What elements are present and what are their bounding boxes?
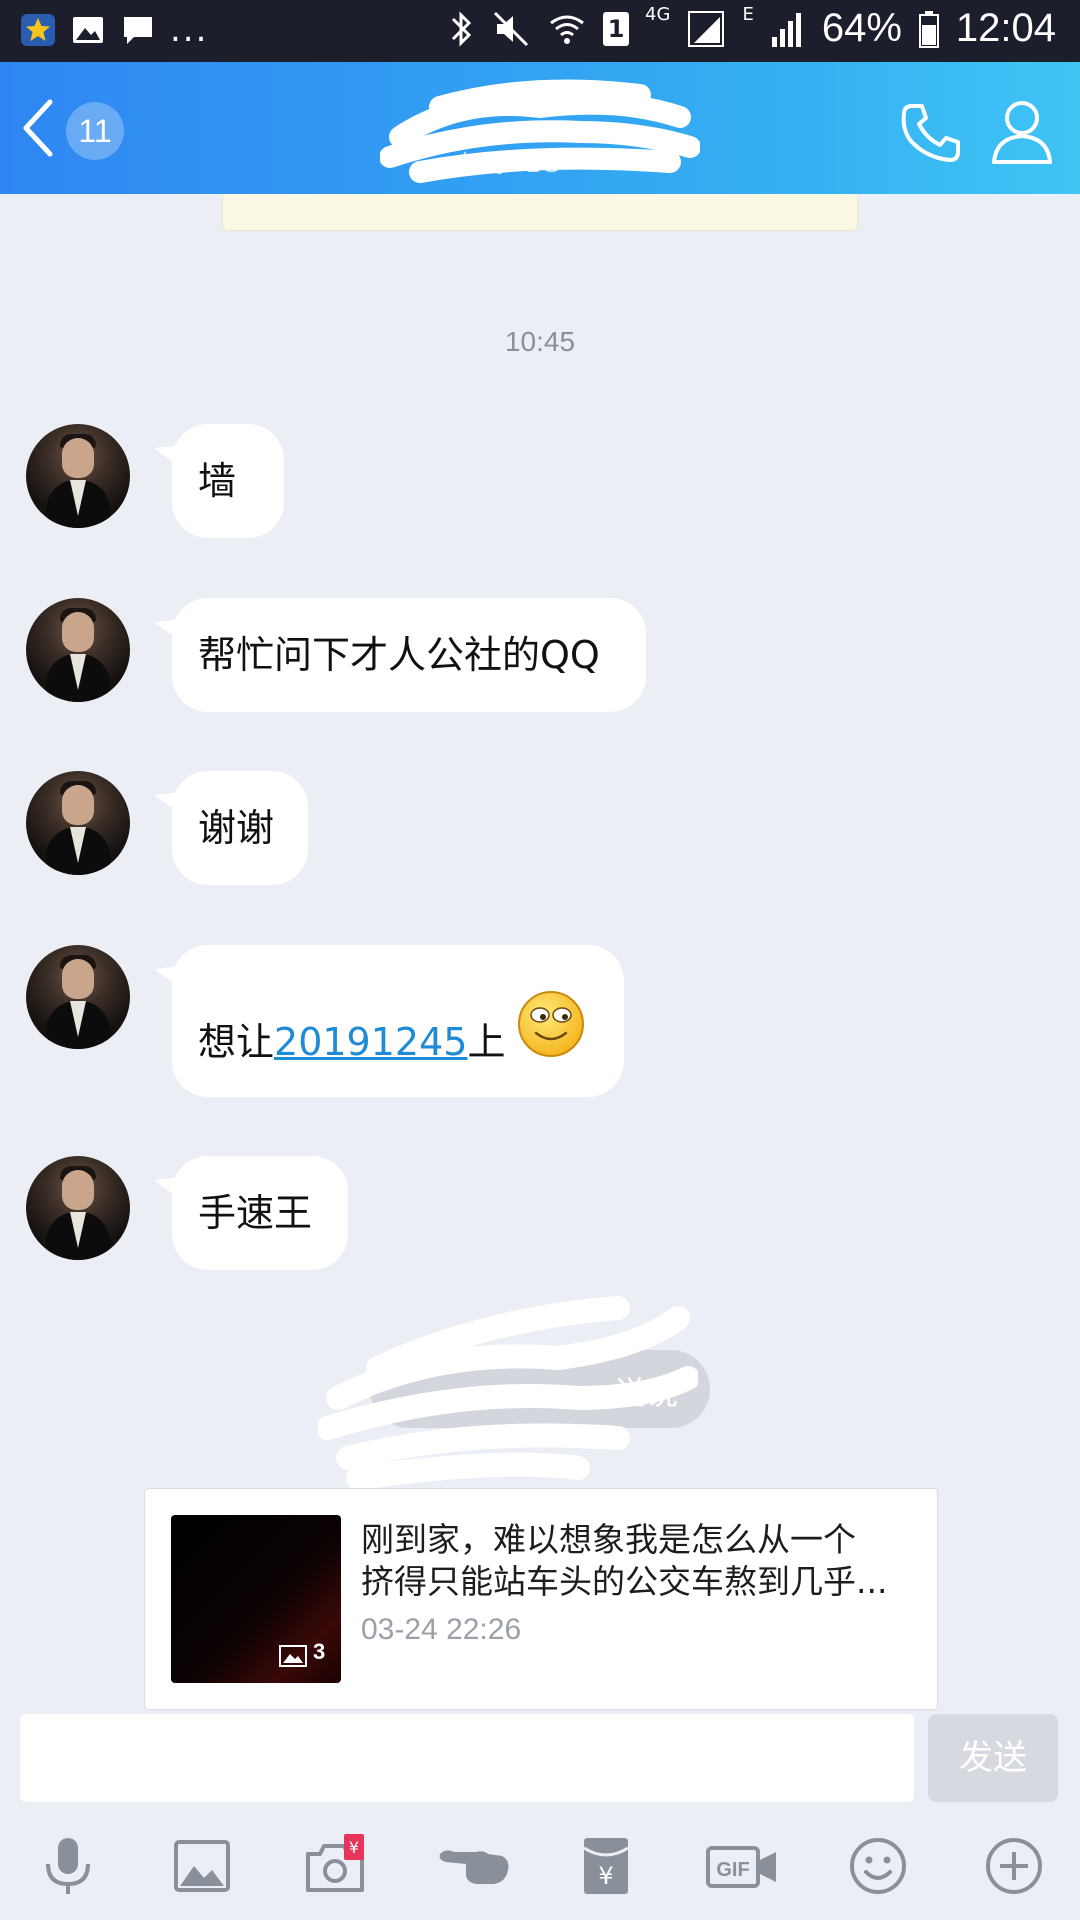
message-bubble[interactable]: 想让20191245上 <box>154 945 624 1097</box>
bubble-tail <box>154 963 194 993</box>
svg-text:¥: ¥ <box>598 1862 613 1890</box>
redacted-title-scribble <box>380 79 700 183</box>
message-input[interactable] <box>20 1714 914 1802</box>
poke-icon[interactable] <box>436 1834 512 1898</box>
profile-icon[interactable] <box>990 98 1054 166</box>
avatar[interactable] <box>26 945 130 1049</box>
message-bubble[interactable]: 墙 <box>154 424 284 538</box>
message-bubble[interactable]: 手速王 <box>154 1156 348 1270</box>
star-app-icon <box>21 14 55 46</box>
network-type-label: 4G <box>645 4 671 25</box>
avatar[interactable] <box>26 424 130 528</box>
more-notifications: ... <box>170 10 209 50</box>
wifi-icon <box>550 15 584 44</box>
message-text: 手速王 <box>198 1191 313 1235</box>
image-count: 3 <box>313 1639 326 1664</box>
bluetooth-icon <box>451 10 472 47</box>
camera-icon[interactable]: ¥ <box>304 1834 368 1898</box>
bubble-tail <box>154 442 194 472</box>
red-packet-badge: ¥ <box>349 1838 359 1857</box>
battery-percent: 64% <box>821 6 902 50</box>
gif-icon[interactable]: GIF <box>704 1834 780 1898</box>
redacted-name-scribble <box>318 1296 698 1488</box>
image-count-icon <box>279 1645 307 1667</box>
gallery-icon <box>73 17 103 43</box>
svg-text:GIF: GIF <box>716 1859 749 1881</box>
post-excerpt-line-1: 刚到家，难以想象我是怎么从一个 <box>361 1520 856 1559</box>
message-bubble[interactable]: 帮忙问下才人公社的QQ <box>154 598 646 712</box>
sim-slot-badge: 1 <box>603 11 630 46</box>
avatar[interactable] <box>26 1156 130 1260</box>
bubble-tail <box>154 789 194 819</box>
emoji-icon[interactable] <box>846 1834 910 1898</box>
signal-icon <box>688 10 725 47</box>
message-timestamp: 10:45 <box>504 326 576 357</box>
message-text-after: 上 <box>467 1020 506 1064</box>
previous-card-edge <box>222 194 858 231</box>
message-text: 墙 <box>198 459 237 503</box>
phone-call-icon[interactable] <box>898 100 964 166</box>
clock: 12:04 <box>955 6 1056 50</box>
message-text: 谢谢 <box>198 806 275 850</box>
network-type-2-label: E <box>742 4 754 25</box>
message-text: 想让20191245上 <box>198 1017 505 1067</box>
post-excerpt-line-2: 挤得只能站车头的公交车熬到几乎... <box>361 1562 888 1601</box>
bubble-tail <box>154 1174 194 1204</box>
battery-icon <box>918 10 939 48</box>
message-text: 帮忙问下才人公社的QQ <box>198 633 600 677</box>
smile-emoji-icon <box>518 991 584 1057</box>
message-text-before: 想让 <box>198 1020 275 1064</box>
back-arrow-icon[interactable] <box>18 96 58 160</box>
post-thumbnail: 3 <box>171 1515 341 1683</box>
chat-header: 11 在线 · 2G <box>0 62 1080 194</box>
plus-icon[interactable] <box>982 1834 1046 1898</box>
avatar[interactable] <box>26 598 130 702</box>
red-packet-icon[interactable]: ¥ <box>574 1834 638 1898</box>
avatar[interactable] <box>26 771 130 875</box>
image-icon[interactable] <box>170 1834 234 1898</box>
shared-post-card[interactable]: 3 刚到家，难以想象我是怎么从一个 挤得只能站车头的公交车熬到几乎... 03-… <box>144 1488 938 1710</box>
microphone-icon[interactable] <box>36 1834 100 1898</box>
message-icon <box>124 17 152 44</box>
unread-count-badge[interactable]: 11 <box>66 102 124 160</box>
status-bar: ... 1 4G E 64% 12:04 <box>0 0 1080 62</box>
post-time: 03-24 22:26 <box>361 1613 522 1646</box>
message-link[interactable]: 20191245 <box>274 1020 467 1064</box>
post-excerpt: 刚到家，难以想象我是怎么从一个 挤得只能站车头的公交车熬到几乎... <box>361 1519 915 1603</box>
bubble-tail <box>154 616 194 646</box>
message-bubble[interactable]: 谢谢 <box>154 771 308 885</box>
composer-toolbar: ¥ ¥ GIF <box>0 1812 1080 1920</box>
mute-icon <box>493 11 529 46</box>
send-button[interactable]: 发送 <box>928 1714 1058 1802</box>
signal-2-icon <box>771 12 801 47</box>
